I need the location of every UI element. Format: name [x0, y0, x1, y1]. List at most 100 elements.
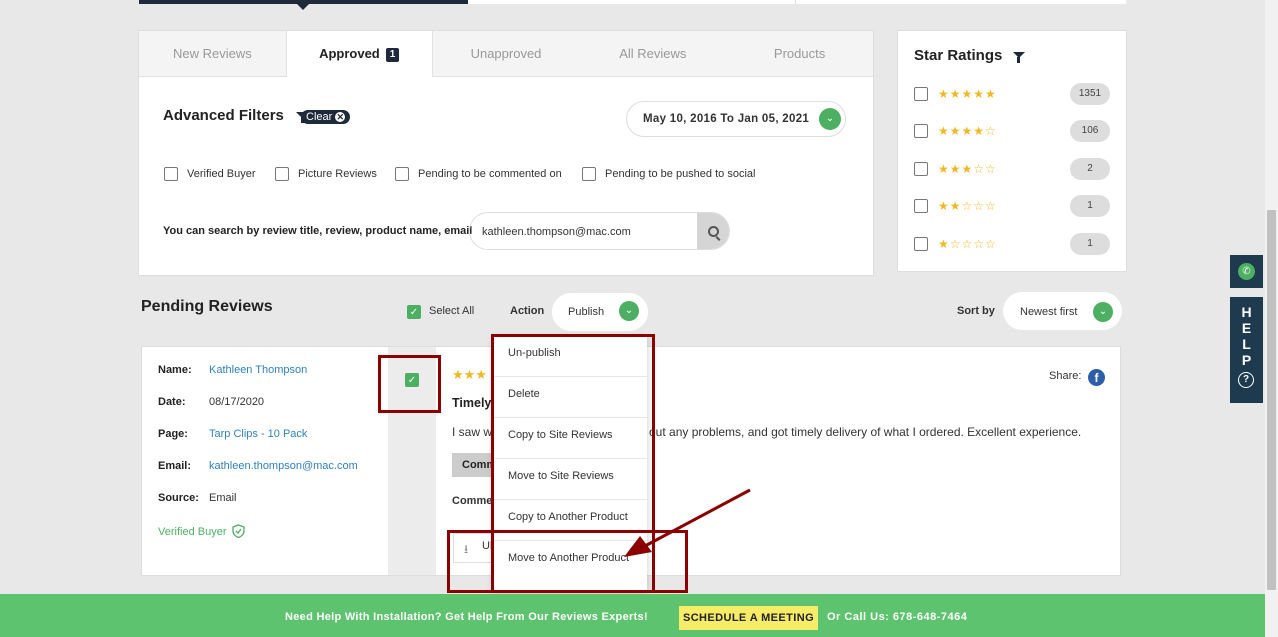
star-2-count: 1 [1070, 195, 1110, 217]
source-label: Source: [158, 492, 199, 504]
tab-approved[interactable]: Approved 1 [285, 31, 433, 77]
picture-reviews-label: Picture Reviews [298, 168, 377, 180]
star-4-checkbox[interactable] [914, 124, 928, 138]
clear-x-icon: ✕ [335, 112, 346, 122]
star-5-checkbox[interactable] [914, 87, 928, 101]
verified-buyer-text: Verified Buyer [158, 526, 227, 538]
review-source: Email [209, 492, 237, 504]
star-filter-5[interactable]: ★★★★★ 1351 [914, 83, 1110, 107]
star-rating-1-icon: ★☆☆☆☆ [938, 237, 997, 251]
help-widget[interactable]: H E L P ? [1230, 297, 1263, 403]
schedule-meeting-button[interactable]: SCHEDULE A MEETING [679, 606, 818, 630]
active-caret-icon [297, 4, 309, 10]
sort-select-value: Newest first [1020, 306, 1078, 318]
search-box [469, 212, 730, 250]
review-text-end: out any problems, and got timely deliver… [649, 425, 1082, 439]
tab-new-reviews[interactable]: New Reviews [139, 31, 286, 76]
help-letter-p: P [1241, 352, 1252, 368]
tab-products[interactable]: Products [726, 31, 873, 76]
footer-message: Need Help With Installation? Get Help Fr… [285, 611, 648, 623]
star-5-count: 1351 [1070, 83, 1110, 105]
question-circle-icon: ? [1238, 372, 1254, 388]
clear-filters-button[interactable]: Clear ✕ [301, 110, 351, 124]
phone-widget[interactable]: ✆ [1230, 255, 1263, 288]
star-filter-2[interactable]: ★★☆☆☆ 1 [914, 195, 1110, 219]
star-4-count: 106 [1070, 120, 1110, 142]
chevron-down-icon: ⌄ [1093, 302, 1113, 322]
verified-buyer-badge: Verified Buyer [158, 524, 245, 541]
review-text-start: I saw w [452, 425, 493, 439]
footer-phone[interactable]: Or Call Us: 678-648-7464 [827, 611, 967, 623]
tab-approved-label: Approved [319, 46, 380, 61]
product-page-link[interactable]: Tarp Clips - 10 Pack [209, 428, 307, 440]
search-input[interactable] [480, 222, 699, 242]
comments-heading: Comme [452, 495, 493, 507]
sort-by-label: Sort by [957, 305, 995, 317]
verified-buyer-checkbox[interactable] [164, 167, 178, 181]
chevron-down-icon: ⌄ [619, 301, 639, 321]
star-1-checkbox[interactable] [914, 237, 928, 251]
help-footer-bar: Need Help With Installation? Get Help Fr… [0, 594, 1265, 637]
star-2-checkbox[interactable] [914, 199, 928, 213]
star-1-count: 1 [1070, 233, 1110, 255]
sort-select[interactable]: Newest first ⌄ [1003, 292, 1122, 330]
reviews-filter-panel: New Reviews Approved 1 Unapproved All Rev… [138, 30, 874, 276]
shield-check-icon [231, 524, 245, 541]
highlight-box-checkbox [378, 355, 441, 413]
help-question-mark: ? [1242, 374, 1250, 385]
picture-reviews-checkbox[interactable] [275, 167, 289, 181]
annotation-arrow-icon [624, 488, 751, 557]
filter-funnel-icon [1012, 52, 1025, 63]
star-ratings-heading: Star Ratings [914, 47, 1025, 64]
star-rating-2-icon: ★★☆☆☆ [938, 199, 997, 213]
pending-comment-checkbox[interactable] [395, 167, 409, 181]
phone-icon: ✆ [1238, 263, 1255, 280]
help-letter-l: L [1242, 336, 1251, 352]
nav-divider [795, 0, 796, 4]
date-label: Date: [158, 396, 186, 408]
email-label: Email: [158, 460, 192, 472]
review-stars: ★★★ [452, 367, 487, 382]
reviewer-details: Name: Kathleen Thompson Date: 08/17/2020… [142, 347, 388, 575]
advanced-filters-heading: Advanced Filters [163, 107, 309, 124]
search-label: You can search by review title, review, … [163, 225, 473, 237]
select-all-checkbox[interactable]: ✓ [407, 305, 421, 319]
star-rating-5-icon: ★★★★★ [938, 87, 997, 101]
top-navigation-bar [139, 0, 1126, 10]
star-3-checkbox[interactable] [914, 162, 928, 176]
review-date: 08/17/2020 [209, 396, 265, 408]
advanced-filters-title: Advanced Filters [163, 107, 284, 124]
star-filter-1[interactable]: ★☆☆☆☆ 1 [914, 233, 1110, 257]
facebook-icon[interactable]: f [1088, 369, 1105, 386]
review-tabs: New Reviews Approved 1 Unapproved All Rev… [139, 31, 873, 77]
page-label: Page: [158, 428, 188, 440]
help-letter-h: H [1241, 304, 1252, 320]
reviewer-name-link[interactable]: Kathleen Thompson [209, 364, 307, 376]
search-icon [708, 226, 719, 237]
tab-unapproved[interactable]: Unapproved [433, 31, 580, 76]
name-label: Name: [158, 364, 192, 376]
star-ratings-panel: Star Ratings ★★★★★ 1351 ★★★★☆ 106 ★★★☆☆ … [897, 30, 1127, 272]
star-filter-3[interactable]: ★★★☆☆ 2 [914, 158, 1110, 182]
share-label: Share: [1049, 370, 1082, 382]
date-range-picker[interactable]: May 10, 2016 To Jan 05, 2021 ⌄ [626, 101, 846, 137]
select-all-label: Select All [429, 305, 475, 317]
scrollbar-thumb[interactable] [1267, 210, 1276, 590]
clear-filters-label: Clear [306, 111, 333, 123]
pending-social-checkbox[interactable] [582, 167, 596, 181]
review-title: Timely [452, 396, 492, 410]
search-button[interactable] [697, 213, 729, 249]
star-rating-3-icon: ★★★☆☆ [938, 162, 997, 176]
action-label: Action [510, 305, 545, 317]
action-select-value: Publish [568, 306, 605, 318]
reviewer-email-link[interactable]: kathleen.thompson@mac.com [209, 460, 358, 472]
pending-comment-label: Pending to be commented on [418, 168, 562, 180]
pending-reviews-title: Pending Reviews [141, 298, 273, 315]
action-select[interactable]: Publish ⌄ [552, 293, 648, 331]
star-3-count: 2 [1070, 158, 1110, 180]
star-rating-4-icon: ★★★★☆ [938, 124, 997, 138]
chevron-down-icon: ⌄ [819, 108, 841, 130]
tab-all-reviews[interactable]: All Reviews [579, 31, 726, 76]
date-range-text: May 10, 2016 To Jan 05, 2021 [643, 113, 810, 125]
star-filter-4[interactable]: ★★★★☆ 106 [914, 120, 1110, 144]
